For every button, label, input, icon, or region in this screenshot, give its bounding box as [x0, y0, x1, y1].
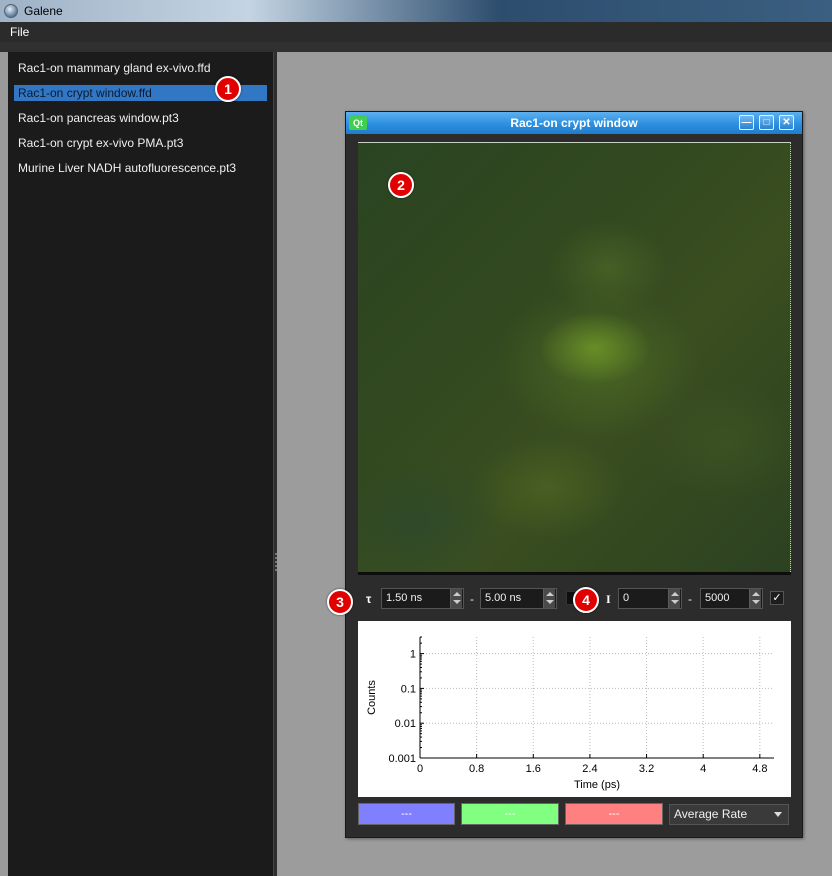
- auto-intensity-checkbox[interactable]: ✓: [770, 591, 784, 605]
- x-tick-label: 2.4: [582, 763, 597, 775]
- y-tick-label: 0.01: [395, 718, 416, 730]
- y-tick-label: 0.1: [401, 683, 416, 695]
- subwindow-titlebar[interactable]: Qt Rac1-on crypt window — □ ✕: [346, 112, 802, 134]
- minimize-button[interactable]: —: [739, 115, 754, 130]
- flim-image-view[interactable]: [358, 142, 791, 574]
- annotation-marker-1: 1: [215, 76, 241, 102]
- image-scrollbar: [358, 572, 791, 575]
- file-item[interactable]: Rac1-on crypt ex-vivo PMA.pt3: [8, 131, 267, 156]
- decay-plot: 0 0.8 1.6 2.4 3.2 4 4.8 1 0.1 0.01 0.001 Time (ps)…: [358, 621, 791, 797]
- intensity-range-separator: -: [688, 592, 692, 606]
- tau-range-separator: -: [470, 592, 474, 606]
- mode-select[interactable]: Average Rate: [669, 804, 789, 825]
- y-tick-label: 1: [410, 649, 416, 661]
- tau-min-spinbox[interactable]: 1.50 ns: [381, 588, 464, 609]
- intensity-max-spinbox[interactable]: 5000: [700, 588, 763, 609]
- mode-select-value: Average Rate: [674, 807, 748, 821]
- intensity-min-spin-arrows-icon[interactable]: [668, 589, 680, 608]
- chevron-down-icon: [774, 812, 782, 817]
- menubar: File: [0, 22, 832, 42]
- green-channel-button[interactable]: ---: [461, 803, 559, 825]
- y-tick-label: 0.001: [388, 753, 416, 765]
- tau-max-spin-arrows-icon[interactable]: [543, 589, 555, 608]
- subwindow-title: Rac1-on crypt window: [510, 116, 638, 130]
- maximize-button[interactable]: □: [759, 115, 774, 130]
- app-title: Galene: [24, 4, 63, 18]
- y-axis-label: Counts: [366, 680, 378, 715]
- x-tick-label: 1.6: [526, 763, 541, 775]
- file-item[interactable]: Murine Liver NADH autofluorescence.pt3: [8, 156, 267, 181]
- annotation-marker-3: 3: [327, 589, 353, 615]
- tau-symbol: τ: [366, 592, 372, 606]
- red-channel-button[interactable]: ---: [565, 803, 663, 825]
- decay-plot-svg: 0 0.8 1.6 2.4 3.2 4 4.8 1 0.1 0.01 0.001 Time (ps)…: [366, 636, 774, 791]
- tau-min-value: 1.50 ns: [386, 592, 423, 604]
- file-item[interactable]: Rac1-on pancreas window.pt3: [8, 106, 267, 131]
- x-tick-label: 4.8: [752, 763, 767, 775]
- x-tick-label: 4: [700, 763, 706, 775]
- tau-max-spinbox[interactable]: 5.00 ns: [480, 588, 557, 609]
- intensity-symbol: I: [606, 592, 611, 606]
- qt-icon: Qt: [349, 116, 367, 130]
- x-tick-label: 0.8: [469, 763, 484, 775]
- tau-max-value: 5.00 ns: [485, 592, 522, 604]
- intensity-max-value: 5000: [705, 592, 730, 604]
- intensity-min-spinbox[interactable]: 0: [618, 588, 682, 609]
- annotation-marker-4: 4: [573, 587, 599, 613]
- app-logo-icon: [4, 4, 18, 18]
- annotation-marker-2: 2: [388, 172, 414, 198]
- x-tick-label: 3.2: [639, 763, 654, 775]
- close-button[interactable]: ✕: [779, 115, 794, 130]
- intensity-min-value: 0: [623, 592, 630, 604]
- tau-min-spin-arrows-icon[interactable]: [450, 589, 462, 608]
- file-list-sidebar: Rac1-on mammary gland ex-vivo.ffd Rac1-o…: [8, 52, 274, 876]
- app-titlebar: Galene: [0, 0, 832, 22]
- menubar-divider: [0, 42, 832, 52]
- x-axis-label: Time (ps): [574, 779, 620, 791]
- x-tick-label: 0: [417, 763, 423, 775]
- blue-channel-button[interactable]: ---: [358, 803, 455, 825]
- intensity-max-spin-arrows-icon[interactable]: [749, 589, 761, 608]
- menu-file[interactable]: File: [10, 25, 29, 39]
